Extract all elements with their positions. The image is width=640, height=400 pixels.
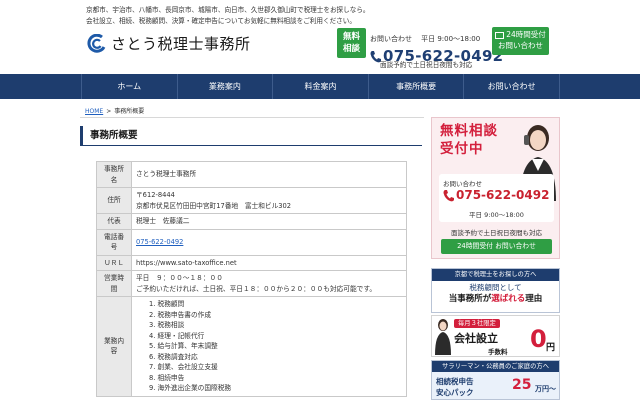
row-label-name: 事務所名: [96, 161, 132, 188]
row-label-address: 住所: [96, 187, 132, 214]
table-row: 電話番号 075-622-0492: [96, 228, 407, 256]
nav-item-fees[interactable]: 料金案内: [272, 74, 368, 99]
list-item: 8. 相続申告: [149, 373, 185, 382]
office-hours-cell: 平日 ９：００～１８：００ ご予約いただければ、土日祝、平日１８：００から２０：…: [131, 270, 407, 297]
intro-line-1: 京都市、宇治市、八幡市、長岡京市、城陽市、向日市、久世郡久御山町で税理士をお探し…: [86, 6, 370, 14]
nav-item-office[interactable]: 事務所概要: [367, 74, 464, 99]
free-consult-banner[interactable]: 無料相談 受付中 お問い合わせ 075-622-0492 平日 9:00～18:…: [431, 117, 560, 259]
salary-banner-unit: 万円～: [535, 385, 556, 393]
consult-contact-button[interactable]: 24時間受付 お問い合わせ: [441, 239, 552, 254]
setup-limited-tag: 毎月３社限定: [454, 319, 500, 328]
breadcrumb-separator: >: [106, 108, 112, 115]
office-hours-line-1: 平日 ９：００～１８：００: [136, 274, 223, 282]
office-url: https://www.sato-taxoffice.net: [131, 254, 407, 271]
free-badge-line-2: 相談: [342, 44, 360, 54]
list-item: 9. 海外進出企業の国際税務: [149, 384, 232, 392]
site-logo[interactable]: さとう税理士事務所: [87, 33, 251, 54]
company-setup-banner[interactable]: 毎月３社限定 会社設立 手数料 0 円: [431, 315, 560, 357]
free-badge-line-1: 無料: [342, 32, 360, 42]
setup-fee-text: 手数料: [488, 348, 508, 356]
list-item: 2. 税務申告書の作成: [149, 310, 212, 319]
businesswoman-image: [435, 319, 451, 355]
office-tel-link[interactable]: 075-622-0492: [136, 238, 183, 246]
office-tel-cell: 075-622-0492: [131, 228, 407, 256]
nav-item-home[interactable]: ホーム: [81, 74, 177, 99]
breadcrumb-current: 事務所概要: [114, 108, 145, 115]
intro-line-2: 会社設立、相続、税務顧問、決算・確定申告についてお気軽に無料相談をご利用ください…: [86, 16, 356, 25]
row-label-url: ＵＲＬ: [96, 254, 132, 271]
office-address: 京都市伏見区竹田田中宮町17番地 富士和ビル302: [136, 201, 292, 210]
nav-item-services[interactable]: 業務案内: [176, 74, 273, 99]
salary-banner-line-1: 相続税申告: [436, 377, 474, 386]
advisor-banner-mid: 税務顧問として: [469, 283, 522, 292]
advisor-banner-bottom: 当事務所が選ばれる理由: [432, 293, 559, 305]
breadcrumb-divider: [80, 117, 424, 118]
consult-phone-row[interactable]: 075-622-0492: [443, 188, 549, 202]
table-row: 業務内容 1. 税務顧問 2. 税務申告書の作成 3. 税務相談 4. 経理・記…: [96, 296, 407, 397]
contact-btn-line-2: お問い合わせ: [498, 41, 543, 50]
header-night-note: 面談予約で土日祝日夜間も対応: [380, 61, 473, 69]
table-row: ＵＲＬ https://www.sato-taxoffice.net: [96, 254, 407, 271]
contact-btn-line-1: 24時間受付: [506, 30, 546, 39]
services-list: 1. 税務顧問 2. 税務申告書の作成 3. 税務相談 4. 経理・記帳代行 5…: [136, 299, 402, 394]
advisor-bot-text-b: 理由: [525, 294, 543, 304]
consult-phone-card: お問い合わせ 075-622-0492 平日 9:00～18:00: [439, 174, 554, 222]
list-item: 5. 給与計算、年末調整: [149, 342, 218, 350]
consult-title-line-2: 受付中: [440, 141, 484, 157]
office-hours-line-2: ご予約いただければ、土日祝、平日１８：００から２０：００も対応可能です。: [136, 284, 377, 293]
header-intro: 京都市、宇治市、八幡市、長岡京市、城陽市、向日市、久世郡久御山町で税理士をお探し…: [86, 5, 370, 26]
setup-yen: 円: [546, 343, 556, 353]
advisor-reason-banner[interactable]: 京都で税理士をお探しの方へ 税務顧問として 当事務所が選ばれる理由: [431, 268, 560, 313]
table-row: 代表 税理士 佐藤議二: [96, 213, 407, 230]
mail-icon: [495, 31, 505, 39]
salary-banner-line-2: 安心パック: [436, 388, 474, 397]
list-item: 6. 税務調査対応: [149, 352, 198, 361]
phone-hours: 平日 9:00～18:00: [421, 35, 481, 43]
breadcrumb: HOME > 事務所概要: [85, 106, 144, 115]
office-info-table: 事務所名 さとう税理士事務所 住所 〒612-8444 京都市伏見区竹田田中宮町…: [96, 161, 407, 397]
table-row: 営業時間 平日 ９：００～１８：００ ご予約いただければ、土日祝、平日１８：００…: [96, 270, 407, 297]
nav-item-contact[interactable]: お問い合わせ: [463, 74, 560, 99]
row-label-hours: 営業時間: [96, 270, 132, 297]
office-postal: 〒612-8444: [136, 191, 175, 199]
consult-title-line-1: 無料相談: [440, 123, 498, 139]
logo-name: さとう税理士事務所: [111, 35, 251, 53]
free-consult-badge: 無料 相談: [337, 28, 366, 58]
setup-zero-price: 0: [530, 325, 547, 353]
list-item: 4. 経理・記帳代行: [149, 331, 205, 340]
list-item: 3. 税務相談: [149, 321, 185, 329]
setup-main-text: 会社設立: [454, 332, 498, 345]
inheritance-pack-banner[interactable]: サラリーマン・公務員のご家庭の方へ 相続税申告 安心パック 25 万円～: [431, 360, 560, 400]
consult-banner-title: 無料相談 受付中: [440, 122, 498, 158]
breadcrumb-home[interactable]: HOME: [85, 108, 103, 115]
advisor-bot-text-a: 当事務所が: [448, 294, 492, 304]
consult-hours: 平日 9:00～18:00: [469, 211, 524, 219]
advisor-bot-text-red: 選ばれる: [491, 294, 526, 304]
list-item: 1. 税務顧問: [149, 300, 185, 308]
page-title: 事務所概要: [80, 126, 422, 146]
row-label-services: 業務内容: [96, 296, 132, 397]
row-label-tel: 電話番号: [96, 228, 132, 256]
phone-label: お問い合わせ: [370, 35, 412, 43]
salary-banner-price: 25: [512, 377, 532, 393]
consult-phone-label: お問い合わせ: [443, 180, 482, 188]
table-row: 事務所名 さとう税理士事務所: [96, 161, 407, 188]
office-name: さとう税理士事務所: [131, 161, 407, 188]
consult-phone-number[interactable]: 075-622-0492: [456, 188, 549, 202]
header-contact-button[interactable]: 24時間受付 お問い合わせ: [492, 27, 549, 55]
list-item: 7. 創業、会社設立支援: [149, 363, 218, 371]
office-address-cell: 〒612-8444 京都市伏見区竹田田中宮町17番地 富士和ビル302: [131, 187, 407, 214]
salary-banner-top: サラリーマン・公務員のご家庭の方へ: [432, 361, 559, 372]
table-row: 住所 〒612-8444 京都市伏見区竹田田中宮町17番地 富士和ビル302: [96, 187, 407, 214]
advisor-banner-top: 京都で税理士をお探しの方へ: [432, 269, 559, 281]
logo-mark-icon: [87, 33, 106, 53]
phone-icon: [443, 189, 454, 201]
office-rep: 税理士 佐藤議二: [131, 213, 407, 230]
office-services-cell: 1. 税務顧問 2. 税務申告書の作成 3. 税務相談 4. 経理・記帳代行 5…: [131, 296, 407, 397]
row-label-rep: 代表: [96, 213, 132, 230]
global-nav: ホーム 業務案内 料金案内 事務所概要 お問い合わせ: [0, 74, 640, 99]
consult-night-note: 面談予約で土日祝日夜間も対応: [451, 229, 542, 237]
